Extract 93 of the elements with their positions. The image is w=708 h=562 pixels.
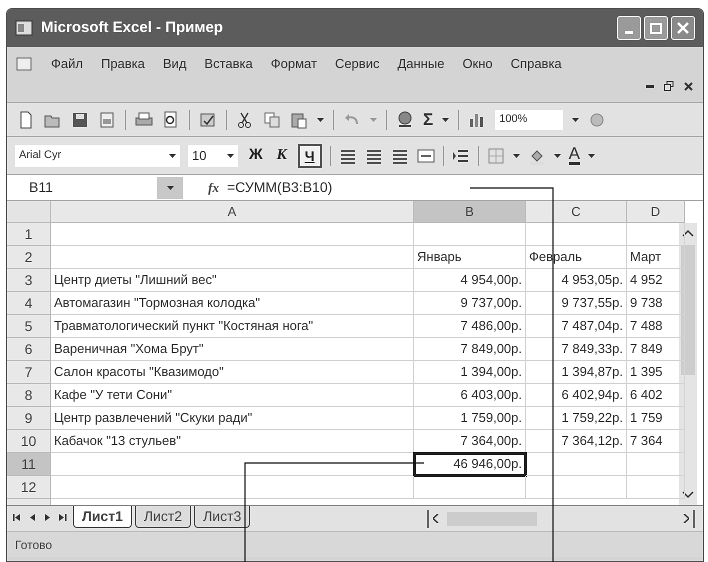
- row-header[interactable]: 1: [7, 223, 51, 246]
- formula-field[interactable]: =СУММ(B3:B10): [223, 177, 332, 198]
- menu-item[interactable]: Вставка: [204, 54, 253, 74]
- cut-icon[interactable]: [236, 110, 254, 128]
- table-cell: Травматологический пункт "Костяная нога": [51, 315, 414, 338]
- globe-icon[interactable]: [396, 110, 414, 128]
- horizontal-scrollbar[interactable]: [427, 510, 695, 528]
- table-cell: Кафе "У тети Сони": [51, 384, 414, 407]
- row-header[interactable]: 4: [7, 292, 51, 315]
- workbook-icon[interactable]: [15, 56, 33, 72]
- table-cell: 7 849,00р.: [414, 338, 526, 361]
- font-color-button[interactable]: A: [568, 146, 580, 165]
- close-icon: [677, 22, 689, 34]
- autosum-button[interactable]: Σ: [423, 106, 434, 132]
- name-box-dropdown[interactable]: [157, 176, 183, 198]
- paste-icon[interactable]: [290, 110, 308, 128]
- table-cell: 1 394,00р.: [414, 361, 526, 384]
- table-cell: 7 486,00р.: [414, 315, 526, 338]
- scroll-left-icon[interactable]: [433, 514, 439, 523]
- minimize-button[interactable]: [617, 16, 641, 40]
- table-cell: Кабачок "13 стульев": [51, 430, 414, 453]
- table-cell: 4 954,00р.: [414, 269, 526, 292]
- restore-icon[interactable]: [664, 81, 674, 91]
- caret-icon: [166, 186, 174, 190]
- table-cell: 1 759,00р.: [414, 407, 526, 430]
- insert-function-button[interactable]: fx: [183, 178, 223, 198]
- table-cell: 9 737,55р.: [526, 292, 627, 315]
- table-cell: 46 946,00р.: [414, 453, 526, 476]
- bold-button[interactable]: Ж: [246, 144, 266, 167]
- table-cell: 1 394,87р.: [526, 361, 627, 384]
- maximize-button[interactable]: [644, 16, 668, 40]
- row-header[interactable]: 5: [7, 315, 51, 338]
- menu-item[interactable]: Вид: [162, 54, 186, 74]
- table-cell: Январь: [414, 246, 526, 269]
- table-cell: 7 364,00р.: [414, 430, 526, 453]
- excel-icon: [15, 20, 33, 36]
- italic-button[interactable]: К: [274, 144, 290, 167]
- close-icon[interactable]: [684, 82, 693, 90]
- table-cell: 7 364,12р.: [526, 430, 627, 453]
- row-header[interactable]: 6: [7, 338, 51, 361]
- row-header[interactable]: 3: [7, 269, 51, 292]
- underline-button[interactable]: Ч: [298, 144, 322, 168]
- sheet-tab[interactable]: Лист3: [194, 506, 250, 528]
- table-cell: 7 487,04р.: [526, 315, 627, 338]
- merge-cells-icon[interactable]: [416, 146, 435, 164]
- row-header[interactable]: 2: [7, 246, 51, 269]
- table-cell: Центр развлечений "Скуки ради": [51, 407, 414, 430]
- minimize-icon[interactable]: [646, 84, 654, 88]
- print-icon[interactable]: [135, 110, 153, 128]
- sheet-tab[interactable]: Лист2: [134, 506, 192, 528]
- spelling-icon[interactable]: [199, 110, 217, 128]
- close-button[interactable]: [671, 16, 695, 40]
- column-header[interactable]: C: [526, 201, 627, 223]
- window-title: Microsoft Excel - Пример: [41, 18, 223, 38]
- column-header[interactable]: A: [51, 201, 414, 223]
- zoom-field[interactable]: 100%: [495, 110, 564, 130]
- menu-item[interactable]: Данные: [397, 54, 444, 74]
- row-header[interactable]: 10: [7, 430, 51, 453]
- vertical-scrollbar[interactable]: [679, 223, 697, 505]
- row-header[interactable]: 9: [7, 407, 51, 430]
- row-header[interactable]: 8: [7, 384, 51, 407]
- menu-item[interactable]: Файл: [51, 54, 83, 74]
- font-size-field[interactable]: 10: [188, 144, 238, 166]
- table-cell: 1 759,22р.: [526, 407, 627, 430]
- row-header[interactable]: 7: [7, 361, 51, 384]
- table-cell: Салон красоты "Квазимодо": [51, 361, 414, 384]
- status-text: Готово: [15, 536, 52, 554]
- row-header[interactable]: 12: [7, 476, 51, 499]
- font-name-field[interactable]: Arial Cyr: [15, 144, 180, 166]
- table-cell: 6 402,94р.: [526, 384, 627, 407]
- row-header[interactable]: 11: [7, 453, 51, 476]
- sheet-tab[interactable]: Лист1: [73, 506, 132, 528]
- menu-item[interactable]: Формат: [270, 54, 317, 74]
- document-icon[interactable]: [98, 110, 116, 128]
- table-cell: 7 849,33р.: [526, 338, 627, 361]
- scroll-right-icon[interactable]: [683, 514, 689, 523]
- maximize-icon: [650, 22, 662, 34]
- minimize-icon: [625, 31, 633, 34]
- table-cell: 9 737,00р.: [414, 292, 526, 315]
- table-cell: Вареничная "Хома Брут": [51, 338, 414, 361]
- borders-icon[interactable]: [486, 146, 505, 164]
- menu-item[interactable]: Окно: [462, 54, 493, 74]
- table-cell: 4 953,05р.: [526, 269, 627, 292]
- menu-item[interactable]: Правка: [100, 54, 145, 74]
- column-header[interactable]: B: [414, 201, 526, 223]
- column-header[interactable]: D: [627, 201, 685, 223]
- copy-icon[interactable]: [263, 110, 281, 128]
- table-cell: 6 403,00р.: [414, 384, 526, 407]
- table-cell: Автомагазин "Тормозная колодка": [51, 292, 414, 315]
- table-cell: Центр диеты "Лишний вес": [51, 269, 414, 292]
- menu-item[interactable]: Справка: [510, 54, 562, 74]
- save-icon[interactable]: [71, 110, 89, 128]
- menu-item[interactable]: Сервис: [334, 54, 380, 74]
